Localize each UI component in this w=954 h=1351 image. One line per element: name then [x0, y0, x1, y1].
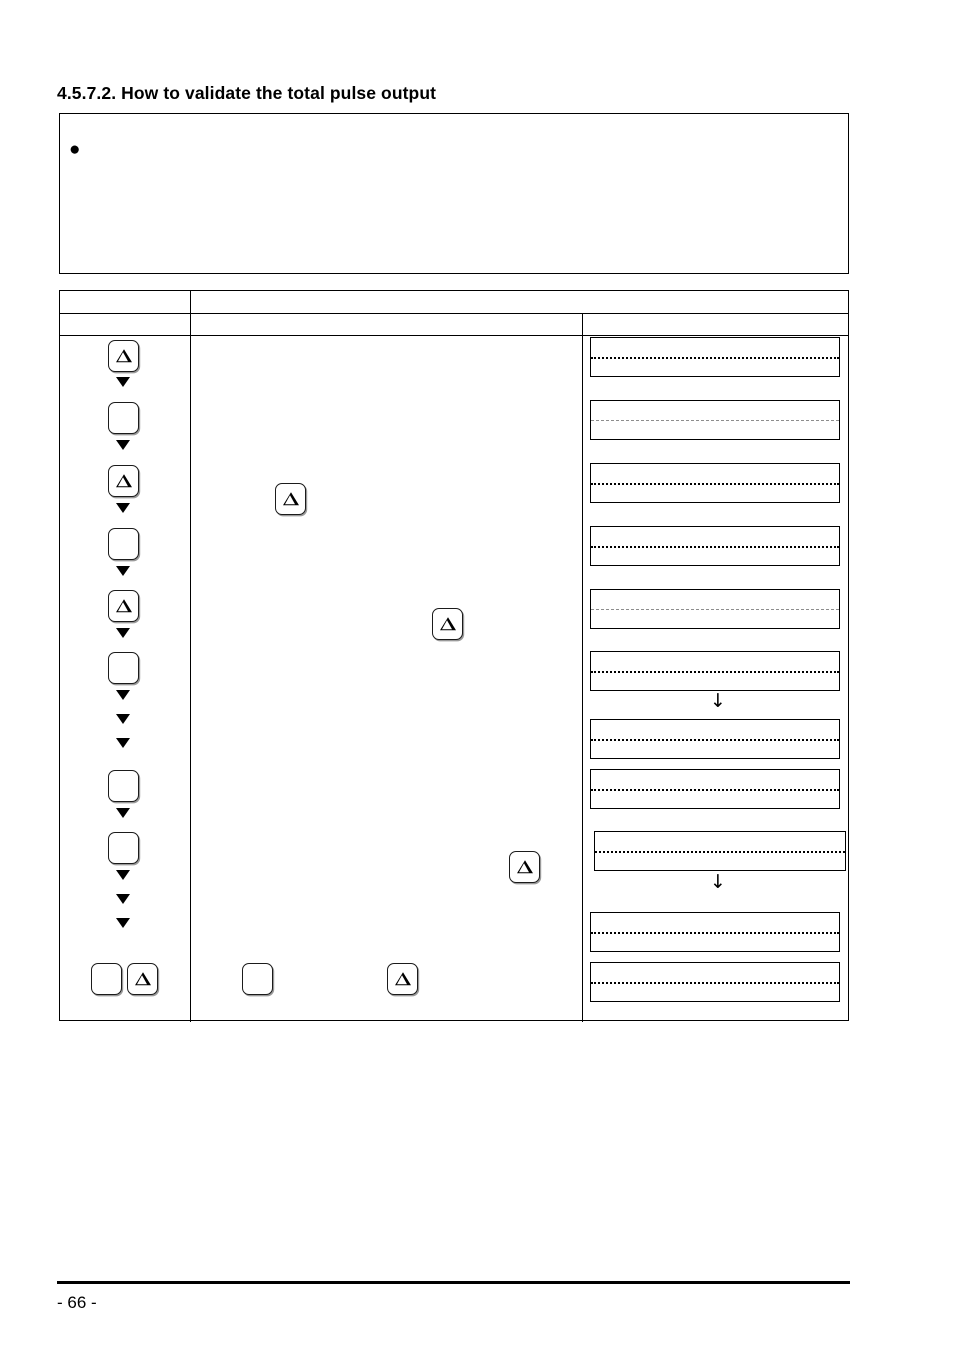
flow-arrow-icon [116, 714, 130, 724]
lcd-line-2: ✳✳ COMPLETE ✳✳ [591, 671, 839, 690]
lcd-line-2: CONTACT ACTION [591, 932, 839, 951]
flow-arrow-icon [116, 894, 130, 904]
lcd-line-2: NOT USED [591, 546, 839, 565]
triangle-icon [282, 492, 299, 506]
flow-arrow-icon [116, 628, 130, 638]
mid-key-triangle-2[interactable] [432, 608, 463, 640]
lcd-line-1: OUTPUT SETUP [591, 338, 839, 357]
connector-arrow-2: ↓ [710, 871, 726, 893]
triangle-icon [115, 474, 132, 488]
lcd-line-1: DO1 OUT [591, 527, 839, 546]
flow-arrow-icon [116, 738, 130, 748]
table-column-divider-left [190, 291, 191, 1022]
triangle-icon [439, 617, 456, 631]
key-triangle-1[interactable] [108, 340, 139, 372]
lcd-line-2 [591, 357, 839, 376]
key-blank-4[interactable] [108, 770, 139, 802]
key-blank-1[interactable] [108, 402, 139, 434]
display-contact-action-active-on: CONTACT ACTION ACTIVE ON [590, 769, 840, 809]
lcd-line-1: DO1 OUT [591, 590, 839, 609]
lcd-line-1: DO1 OUT [591, 652, 839, 671]
key-blank-2[interactable] [108, 528, 139, 560]
lcd-line-2: NOT USED [591, 483, 839, 502]
bullet-icon: ● [69, 139, 81, 160]
display-output-setup: OUTPUT SETUP [590, 337, 840, 377]
flow-arrow-icon [116, 566, 130, 576]
display-do1-out-not-used: DO1 OUT NOT USED [590, 463, 840, 503]
lcd-line-1: STATUS OUT [591, 720, 839, 739]
footer-divider [57, 1281, 850, 1284]
triangle-icon [115, 599, 132, 613]
flow-arrow-icon [116, 918, 130, 928]
flow-arrow-icon [116, 870, 130, 880]
flow-arrow-icon [116, 690, 130, 700]
mid-key-triangle-1[interactable] [275, 483, 306, 515]
lcd-line-2: ✳✳ COMPLETE ✳✳ [595, 851, 845, 870]
display-contact-action-complete: CONTACT ACTION ✳✳ COMPLETE ✳✳ [594, 831, 846, 871]
lcd-line-1: DO1 OUT [591, 464, 839, 483]
key-blank-6[interactable] [91, 963, 122, 995]
triangle-icon [394, 972, 411, 986]
display-status-out-contact-action: STATUS OUT CONTACT ACTION [590, 719, 840, 759]
display-do1-out-complete: DO1 OUT ✳✳ COMPLETE ✳✳ [590, 651, 840, 691]
lcd-line-1: CONTACT ACTION [591, 770, 839, 789]
lcd-line-2: +TOTAL PULSE [591, 609, 839, 628]
page-title: 4.5.7.2. How to validate the total pulse… [57, 83, 437, 103]
display-do1-out-not-used-selected: DO1 OUT NOT USED [590, 526, 840, 566]
triangle-icon [516, 860, 533, 874]
mid-key-blank-1[interactable] [242, 963, 273, 995]
display-measurement: 0.000 m/s 0.000 m3/h [590, 962, 840, 1002]
flow-arrow-icon [116, 503, 130, 513]
lcd-line-2: ACTIVE ON [591, 789, 839, 808]
lcd-line-2: CLEAR [591, 420, 839, 439]
lcd-line-1: CONTACT ACTION [595, 832, 845, 851]
note-box: ● [59, 113, 849, 274]
key-blank-3[interactable] [108, 652, 139, 684]
mid-key-triangle-3[interactable] [509, 851, 540, 883]
flow-arrow-icon [116, 377, 130, 387]
triangle-icon [115, 349, 132, 363]
table-header-divider-1 [60, 313, 848, 314]
flow-arrow-icon [116, 440, 130, 450]
display-zero-adjust: ZERO ADJUST CLEAR [590, 400, 840, 440]
display-do1-out-total-pulse: DO1 OUT +TOTAL PULSE [590, 589, 840, 629]
triangle-icon [134, 972, 151, 986]
lcd-line-2: 0.000 m3/h [591, 982, 839, 1001]
key-blank-5[interactable] [108, 832, 139, 864]
connector-arrow-1: ↓ [710, 690, 726, 712]
key-triangle-3[interactable] [108, 590, 139, 622]
lcd-line-1: 0.000 m/s [591, 963, 839, 982]
page-number: - 66 - [57, 1293, 97, 1312]
lcd-line-1: ZERO ADJUST [591, 401, 839, 420]
lcd-line-2: CONTACT ACTION [591, 739, 839, 758]
key-triangle-4[interactable] [127, 963, 158, 995]
mid-key-triangle-4[interactable] [387, 963, 418, 995]
lcd-line-1: STATUS OUT [591, 913, 839, 932]
key-triangle-2[interactable] [108, 465, 139, 497]
table-header-divider-2 [60, 335, 848, 336]
table-column-divider-right [582, 313, 583, 1022]
flow-arrow-icon [116, 808, 130, 818]
display-status-out-contact-action-2: STATUS OUT CONTACT ACTION [590, 912, 840, 952]
